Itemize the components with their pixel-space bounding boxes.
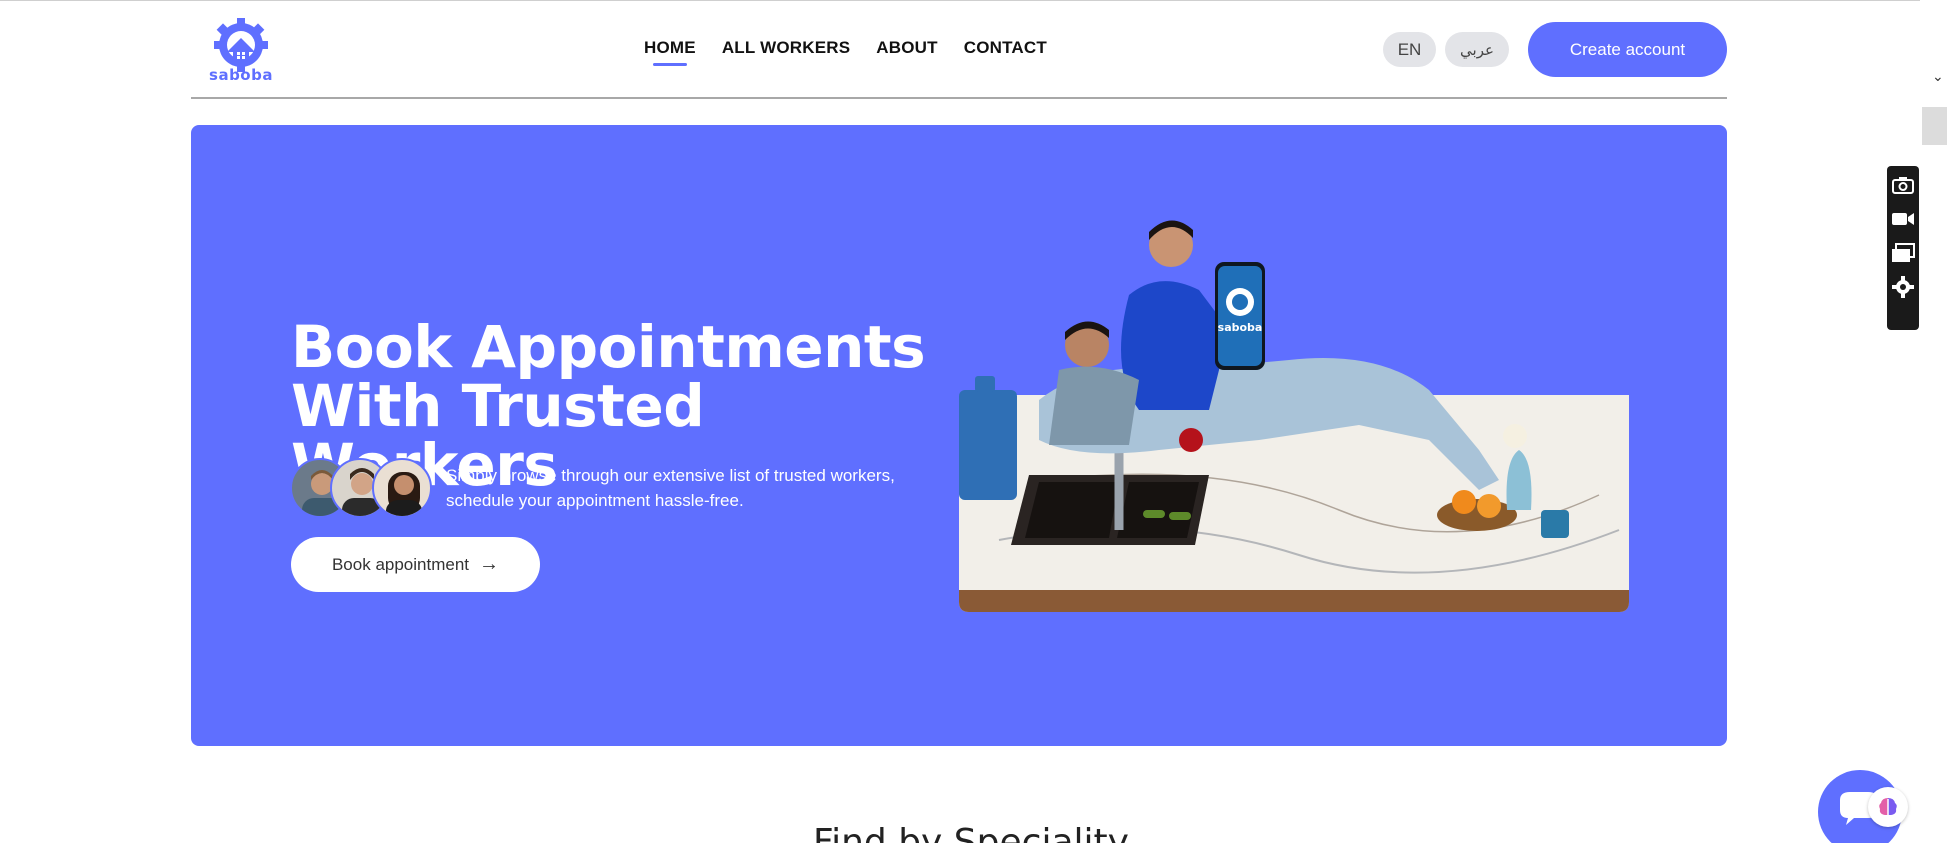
nav-contact[interactable]: CONTACT xyxy=(964,38,1047,66)
capture-toolbar xyxy=(1887,166,1919,330)
worker-avatars xyxy=(290,458,434,518)
language-ar-button[interactable]: عربي xyxy=(1445,32,1509,67)
nav-home[interactable]: HOME xyxy=(644,38,696,66)
hero-banner: Book Appointments With Trusted Workers S… xyxy=(191,125,1727,746)
arrow-right-icon: → xyxy=(479,553,500,575)
windows-icon[interactable] xyxy=(1890,240,1916,266)
saboba-logo[interactable]: saboba xyxy=(195,18,287,84)
chevron-down-icon[interactable]: ⌄ xyxy=(1932,68,1944,85)
site-header: saboba HOME ALL WORKERS ABOUT CONTACT EN… xyxy=(191,0,1727,99)
nav-about[interactable]: ABOUT xyxy=(876,38,937,66)
brain-icon xyxy=(1879,798,1897,815)
scrollbar-thumb[interactable] xyxy=(1922,107,1947,145)
logo-text: saboba xyxy=(209,66,273,84)
camera-icon[interactable] xyxy=(1890,172,1916,198)
main-nav: HOME ALL WORKERS ABOUT CONTACT xyxy=(644,38,1047,66)
hero-description: Simply browse through our extensive list… xyxy=(446,466,895,510)
book-appointment-button[interactable]: Book appointment → xyxy=(291,537,540,592)
phone-brand-text: saboba xyxy=(1218,321,1263,334)
hero-title-line1: Book Appointments xyxy=(291,313,926,381)
nav-all-workers[interactable]: ALL WORKERS xyxy=(722,38,850,66)
page: saboba HOME ALL WORKERS ABOUT CONTACT EN… xyxy=(0,0,1947,843)
book-appointment-label: Book appointment xyxy=(331,554,470,574)
create-account-button[interactable]: Create account xyxy=(1528,22,1727,77)
hero-illustration: saboba xyxy=(959,210,1629,616)
avatar xyxy=(372,458,432,518)
language-en-button[interactable]: EN xyxy=(1383,32,1436,67)
section-title: Find by Speciality xyxy=(813,822,1129,843)
ai-assistant-button[interactable] xyxy=(1868,787,1908,827)
video-icon[interactable] xyxy=(1890,206,1916,232)
gear-icon[interactable] xyxy=(1890,274,1916,300)
